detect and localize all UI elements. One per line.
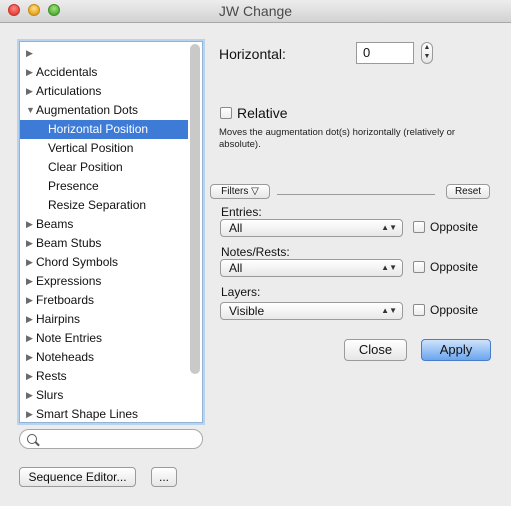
tree-item-label: Horizontal Position bbox=[48, 122, 149, 136]
close-button[interactable]: Close bbox=[344, 339, 407, 361]
relative-label: Relative bbox=[237, 105, 288, 121]
select-arrows-icon: ▲▼ bbox=[381, 306, 397, 315]
filters-divider bbox=[277, 194, 435, 195]
tree-item-label: Resize Separation bbox=[48, 198, 147, 212]
notes-opposite-label: Opposite bbox=[430, 260, 479, 274]
tree-item[interactable]: ▶ Beams bbox=[20, 215, 188, 234]
disclosure-closed-icon[interactable]: ▶ bbox=[26, 272, 33, 291]
entries-label: Entries: bbox=[221, 205, 262, 219]
disclosure-closed-icon[interactable]: ▶ bbox=[26, 348, 33, 367]
select-arrows-icon: ▲▼ bbox=[381, 263, 397, 272]
tree-item[interactable]: ▶ Chord Symbols bbox=[20, 253, 188, 272]
tree-item[interactable]: ▶ Note Entries bbox=[20, 329, 188, 348]
tree-item-label: Beam Stubs bbox=[36, 236, 102, 250]
tree-item-label: Expressions bbox=[36, 274, 102, 288]
layers-value: Visible bbox=[229, 304, 265, 318]
tree-subitem[interactable]: Clear Position bbox=[20, 158, 188, 177]
relative-checkbox[interactable] bbox=[220, 107, 232, 119]
stepper-down-icon[interactable]: ▼ bbox=[422, 52, 432, 61]
disclosure-closed-icon[interactable]: ▶ bbox=[26, 44, 33, 63]
disclosure-closed-icon[interactable]: ▶ bbox=[26, 253, 33, 272]
tree-item[interactable]: ▶ Smart Shape Lines bbox=[20, 405, 188, 422]
title-bar: JW Change bbox=[0, 0, 511, 23]
tree-subitem[interactable]: Resize Separation bbox=[20, 196, 188, 215]
notes-rests-value: All bbox=[229, 261, 243, 275]
tree-item-label: Smart Shape Lines bbox=[36, 407, 139, 421]
tree-scrollbar[interactable] bbox=[190, 44, 200, 374]
tree-item[interactable]: ▶ Hairpins bbox=[20, 310, 188, 329]
tree-subitem[interactable]: Vertical Position bbox=[20, 139, 188, 158]
tree-item-label: Rests bbox=[36, 369, 67, 383]
search-field[interactable] bbox=[19, 429, 203, 449]
notes-rests-label: Notes/Rests: bbox=[221, 245, 290, 259]
tree-item[interactable]: ▶ Rests bbox=[20, 367, 188, 386]
entries-opposite-label: Opposite bbox=[430, 220, 479, 234]
disclosure-closed-icon[interactable]: ▶ bbox=[26, 63, 33, 82]
entries-select[interactable]: All ▲▼ bbox=[220, 219, 403, 237]
horizontal-input[interactable]: 0 bbox=[356, 42, 414, 64]
category-tree[interactable]: ▶ ▶ Accidentals ▶ Articulations ▼ Augmentation… bbox=[19, 41, 203, 423]
disclosure-closed-icon[interactable]: ▶ bbox=[26, 82, 33, 101]
tree-item-label: Vertical Position bbox=[48, 141, 134, 155]
horizontal-label: Horizontal: bbox=[219, 46, 286, 62]
tree-item-label: Clear Position bbox=[48, 160, 123, 174]
tree-item[interactable]: ▶ Fretboards bbox=[20, 291, 188, 310]
tree-item-label: Augmentation Dots bbox=[36, 103, 139, 117]
layers-label: Layers: bbox=[221, 285, 261, 299]
sequence-editor-button[interactable]: Sequence Editor... bbox=[19, 467, 136, 487]
tree-subitem[interactable]: Horizontal Position bbox=[20, 120, 188, 139]
tree-item-label: Presence bbox=[48, 179, 99, 193]
tree-item[interactable]: ▶ Noteheads bbox=[20, 348, 188, 367]
tree-item-label: Chord Symbols bbox=[36, 255, 119, 269]
disclosure-open-icon[interactable]: ▼ bbox=[26, 101, 35, 120]
apply-button[interactable]: Apply bbox=[421, 339, 491, 361]
layers-select[interactable]: Visible ▲▼ bbox=[220, 302, 403, 320]
disclosure-closed-icon[interactable]: ▶ bbox=[26, 329, 33, 348]
tree-item[interactable]: ▼ Augmentation Dots bbox=[20, 101, 188, 120]
tree-item[interactable]: ▶ Expressions bbox=[20, 272, 188, 291]
disclosure-closed-icon[interactable]: ▶ bbox=[26, 367, 33, 386]
layers-opposite-checkbox[interactable] bbox=[413, 304, 425, 316]
disclosure-closed-icon[interactable]: ▶ bbox=[26, 291, 33, 310]
tree-item-label: Slurs bbox=[36, 388, 64, 402]
tree-item[interactable]: ▶ Accidentals bbox=[20, 63, 188, 82]
reset-button[interactable]: Reset bbox=[446, 184, 490, 199]
select-arrows-icon: ▲▼ bbox=[381, 223, 397, 232]
entries-opposite-checkbox[interactable] bbox=[413, 221, 425, 233]
more-button[interactable]: ... bbox=[151, 467, 177, 487]
notes-rests-select[interactable]: All ▲▼ bbox=[220, 259, 403, 277]
disclosure-closed-icon[interactable]: ▶ bbox=[26, 234, 33, 253]
notes-opposite-checkbox[interactable] bbox=[413, 261, 425, 273]
disclosure-closed-icon[interactable]: ▶ bbox=[26, 310, 33, 329]
tree-item-label: Hairpins bbox=[36, 312, 81, 326]
description-text: Moves the augmentation dot(s) horizontal… bbox=[219, 127, 456, 150]
tree-item[interactable]: ▶ Slurs bbox=[20, 386, 188, 405]
tree-item-label: Note Entries bbox=[36, 331, 103, 345]
disclosure-closed-icon[interactable]: ▶ bbox=[26, 386, 33, 405]
tree-item-label: Beams bbox=[36, 217, 74, 231]
disclosure-closed-icon[interactable]: ▶ bbox=[26, 405, 33, 422]
tree-item-label: Articulations bbox=[36, 84, 102, 98]
window-title: JW Change bbox=[218, 3, 293, 19]
tree-item-label: Accidentals bbox=[36, 65, 98, 79]
horizontal-stepper[interactable]: ▲ ▼ bbox=[421, 42, 433, 64]
tree-item-label: Fretboards bbox=[36, 293, 95, 307]
tree-item-label: Noteheads bbox=[36, 350, 95, 364]
tree-item[interactable]: ▶ Beam Stubs bbox=[20, 234, 188, 253]
search-icon bbox=[27, 434, 37, 444]
tree-item[interactable]: ▶ Articulations bbox=[20, 82, 188, 101]
layers-opposite-label: Opposite bbox=[430, 303, 479, 317]
filters-button[interactable]: Filters ▽ bbox=[210, 184, 270, 199]
stepper-up-icon[interactable]: ▲ bbox=[422, 43, 432, 52]
entries-value: All bbox=[229, 221, 243, 235]
tree-subitem[interactable]: Presence bbox=[20, 177, 188, 196]
disclosure-closed-icon[interactable]: ▶ bbox=[26, 215, 33, 234]
tree-item[interactable]: ▶ bbox=[20, 44, 188, 63]
